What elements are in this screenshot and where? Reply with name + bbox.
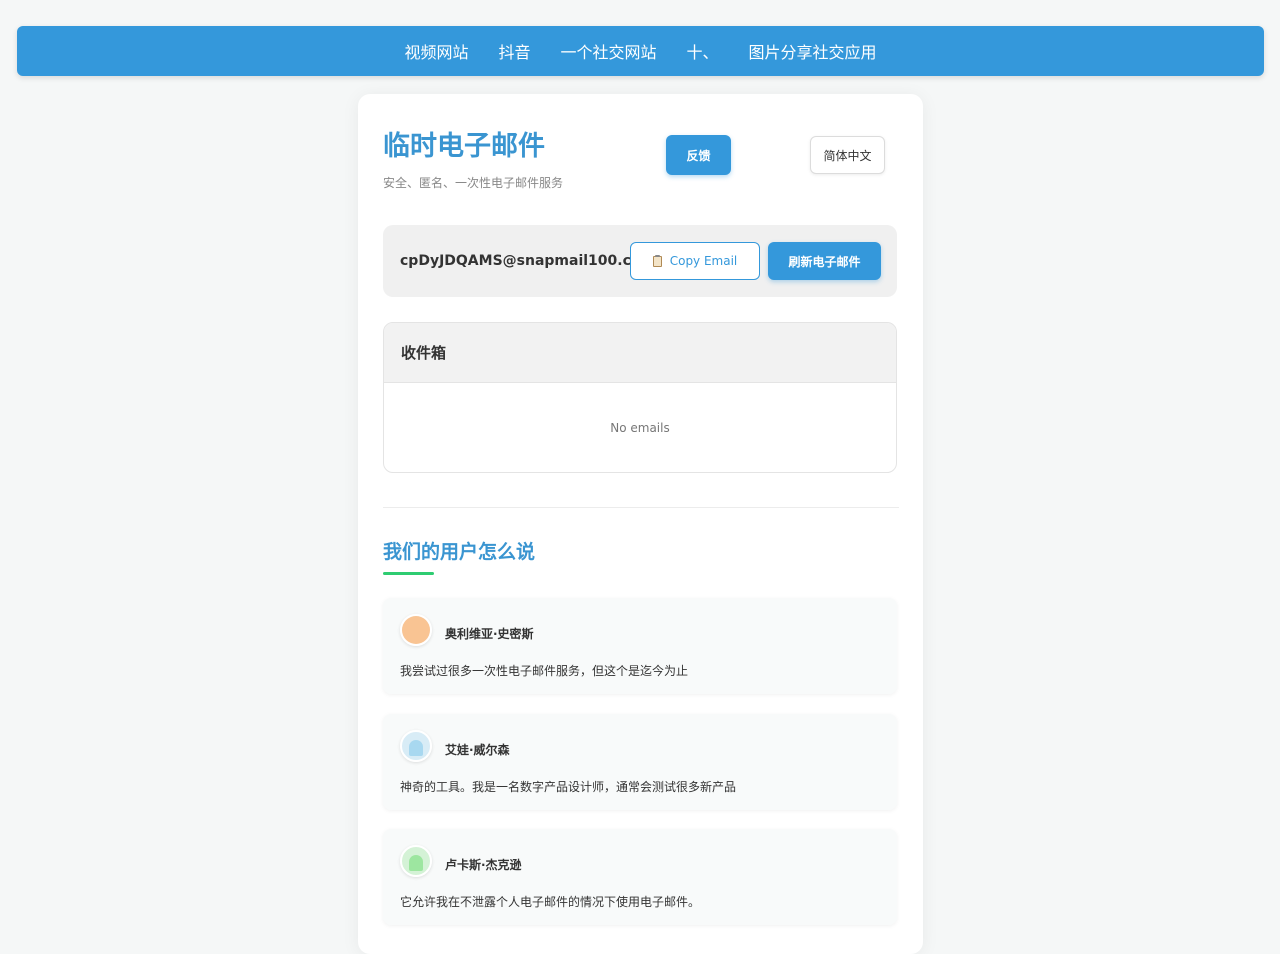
email-address-panel: cpDyJDQAMS@snapmail100.com Copy Email 刷新… (383, 225, 897, 297)
page-title: 临时电子邮件 (383, 131, 545, 162)
user-avatar-icon (400, 845, 432, 877)
clipboard-icon (652, 254, 662, 267)
section-divider (383, 507, 899, 508)
user-avatar-icon (400, 614, 432, 646)
nav-link-photo-sharing[interactable]: 图片分享社交应用 (749, 39, 877, 63)
testimonials-title: 我们的用户怎么说 (383, 541, 536, 563)
main-card: 临时电子邮件 安全、匿名、一次性电子邮件服务 反馈 简体中文 cpDyJDQAM… (358, 94, 923, 954)
testimonials-title-underline (383, 572, 434, 575)
language-selector-button[interactable]: 简体中文 (810, 136, 885, 174)
inbox-empty-message: No emails (610, 421, 670, 435)
email-address: cpDyJDQAMS@snapmail100.com (400, 253, 656, 269)
top-nav: 视频网站 抖音 一个社交网站 十、 图片分享社交应用 (17, 26, 1264, 76)
testimonial-text: 它允许我在不泄露个人电子邮件的情况下使用电子邮件。 (400, 895, 701, 909)
inbox-title: 收件箱 (401, 344, 447, 362)
testimonial-card: 卢卡斯·杰克逊 它允许我在不泄露个人电子邮件的情况下使用电子邮件。 (383, 829, 897, 925)
copy-email-button[interactable]: Copy Email (630, 242, 760, 280)
inbox-header: 收件箱 (384, 323, 896, 383)
nav-link-ten[interactable]: 十、 (687, 39, 719, 63)
testimonial-card: 奥利维亚·史密斯 我尝试过很多一次性电子邮件服务，但这个是迄今为止 (383, 598, 897, 694)
avatar-background (402, 616, 430, 644)
refresh-email-button[interactable]: 刷新电子邮件 (768, 242, 881, 280)
inbox-panel: 收件箱 No emails (383, 322, 897, 473)
avatar-person-figure (409, 855, 423, 871)
avatar-person-figure (409, 740, 423, 756)
nav-link-video-site[interactable]: 视频网站 (404, 39, 468, 63)
testimonial-author: 卢卡斯·杰克逊 (445, 858, 522, 872)
user-avatar-icon (400, 730, 432, 762)
nav-link-douyin[interactable]: 抖音 (498, 39, 530, 63)
testimonial-text: 我尝试过很多一次性电子邮件服务，但这个是迄今为止 (400, 664, 689, 678)
feedback-button[interactable]: 反馈 (666, 135, 731, 175)
testimonial-author: 奥利维亚·史密斯 (445, 627, 534, 641)
copy-email-label: Copy Email (669, 254, 738, 268)
testimonial-author: 艾娃·威尔森 (445, 743, 510, 757)
page-subtitle: 安全、匿名、一次性电子邮件服务 (383, 176, 564, 190)
testimonial-card: 艾娃·威尔森 神奇的工具。我是一名数字产品设计师，通常会测试很多新产品 (383, 714, 897, 810)
nav-link-social-site[interactable]: 一个社交网站 (560, 39, 656, 63)
testimonial-text: 神奇的工具。我是一名数字产品设计师，通常会测试很多新产品 (400, 780, 737, 794)
